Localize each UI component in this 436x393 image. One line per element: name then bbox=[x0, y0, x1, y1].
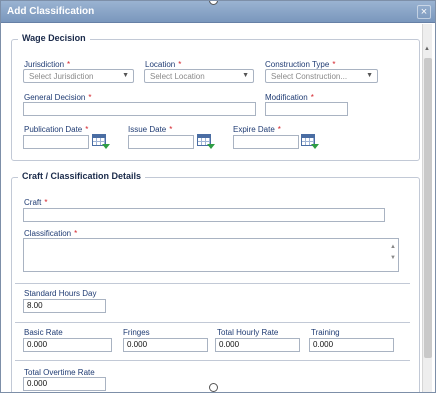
basic-rate-label: Basic Rate bbox=[24, 328, 63, 337]
vertical-scrollbar[interactable]: ▲ bbox=[422, 24, 432, 392]
fringes-input[interactable]: 0.000 bbox=[123, 338, 208, 352]
classification-label: Classification * bbox=[24, 229, 78, 238]
add-classification-dialog: Add Classification × Wage Decision Juris… bbox=[0, 0, 436, 393]
location-label: Location * bbox=[145, 60, 182, 69]
issue-date-input[interactable] bbox=[128, 135, 194, 149]
craft-input[interactable] bbox=[23, 208, 385, 222]
resize-handle-bottom[interactable] bbox=[209, 383, 218, 392]
close-icon[interactable]: × bbox=[417, 5, 431, 19]
scrollbar-thumb[interactable] bbox=[424, 58, 432, 358]
classification-textarea[interactable]: ▲ ▼ bbox=[23, 238, 399, 272]
total-hourly-rate-label: Total Hourly Rate bbox=[217, 328, 279, 337]
section-divider bbox=[15, 322, 410, 323]
dialog-title: Add Classification bbox=[7, 6, 95, 17]
calendar-icon[interactable] bbox=[197, 134, 215, 149]
modification-label: Modification * bbox=[265, 93, 314, 102]
calendar-icon[interactable] bbox=[301, 134, 319, 149]
total-hourly-rate-input[interactable]: 0.000 bbox=[215, 338, 300, 352]
calendar-icon[interactable] bbox=[92, 134, 110, 149]
craft-details-header: Craft / Classification Details bbox=[18, 171, 146, 181]
issue-date-label: Issue Date * bbox=[128, 125, 173, 134]
construction-type-select[interactable]: Select Construction... ▼ bbox=[265, 69, 378, 83]
craft-label: Craft * bbox=[24, 198, 48, 207]
chevron-down-icon[interactable]: ▼ bbox=[366, 72, 373, 79]
general-decision-label: General Decision * bbox=[24, 93, 92, 102]
total-overtime-rate-label: Total Overtime Rate bbox=[24, 368, 95, 377]
chevron-down-icon[interactable]: ▼ bbox=[242, 72, 249, 79]
section-divider bbox=[15, 360, 410, 361]
construction-type-placeholder: Select Construction... bbox=[271, 72, 348, 81]
jurisdiction-placeholder: Select Jurisdiction bbox=[29, 72, 94, 81]
dialog-titlebar[interactable]: Add Classification × bbox=[1, 1, 435, 23]
basic-rate-input[interactable]: 0.000 bbox=[23, 338, 112, 352]
construction-type-label: Construction Type * bbox=[265, 60, 336, 69]
jurisdiction-label: Jurisdiction * bbox=[24, 60, 71, 69]
location-select[interactable]: Select Location ▼ bbox=[144, 69, 254, 83]
chevron-down-icon[interactable]: ▼ bbox=[122, 72, 129, 79]
jurisdiction-select[interactable]: Select Jurisdiction ▼ bbox=[23, 69, 134, 83]
modification-input[interactable] bbox=[265, 102, 348, 116]
textarea-scroll-arrows-icon[interactable]: ▲ ▼ bbox=[390, 242, 396, 264]
wage-decision-header: Wage Decision bbox=[18, 33, 90, 43]
section-divider bbox=[15, 283, 410, 284]
standard-hours-label: Standard Hours Day bbox=[24, 289, 97, 298]
training-input[interactable]: 0.000 bbox=[309, 338, 394, 352]
dialog-content: Wage Decision Jurisdiction * Select Juris… bbox=[1, 24, 435, 392]
location-placeholder: Select Location bbox=[150, 72, 205, 81]
fringes-label: Fringes bbox=[123, 328, 150, 337]
scroll-up-icon[interactable]: ▲ bbox=[424, 46, 430, 52]
publication-date-label: Publication Date * bbox=[24, 125, 89, 134]
expire-date-input[interactable] bbox=[233, 135, 299, 149]
general-decision-input[interactable] bbox=[23, 102, 256, 116]
publication-date-input[interactable] bbox=[23, 135, 89, 149]
expire-date-label: Expire Date * bbox=[233, 125, 281, 134]
training-label: Training bbox=[311, 328, 340, 337]
total-overtime-rate-input[interactable]: 0.000 bbox=[23, 377, 106, 391]
standard-hours-input[interactable]: 8.00 bbox=[23, 299, 106, 313]
